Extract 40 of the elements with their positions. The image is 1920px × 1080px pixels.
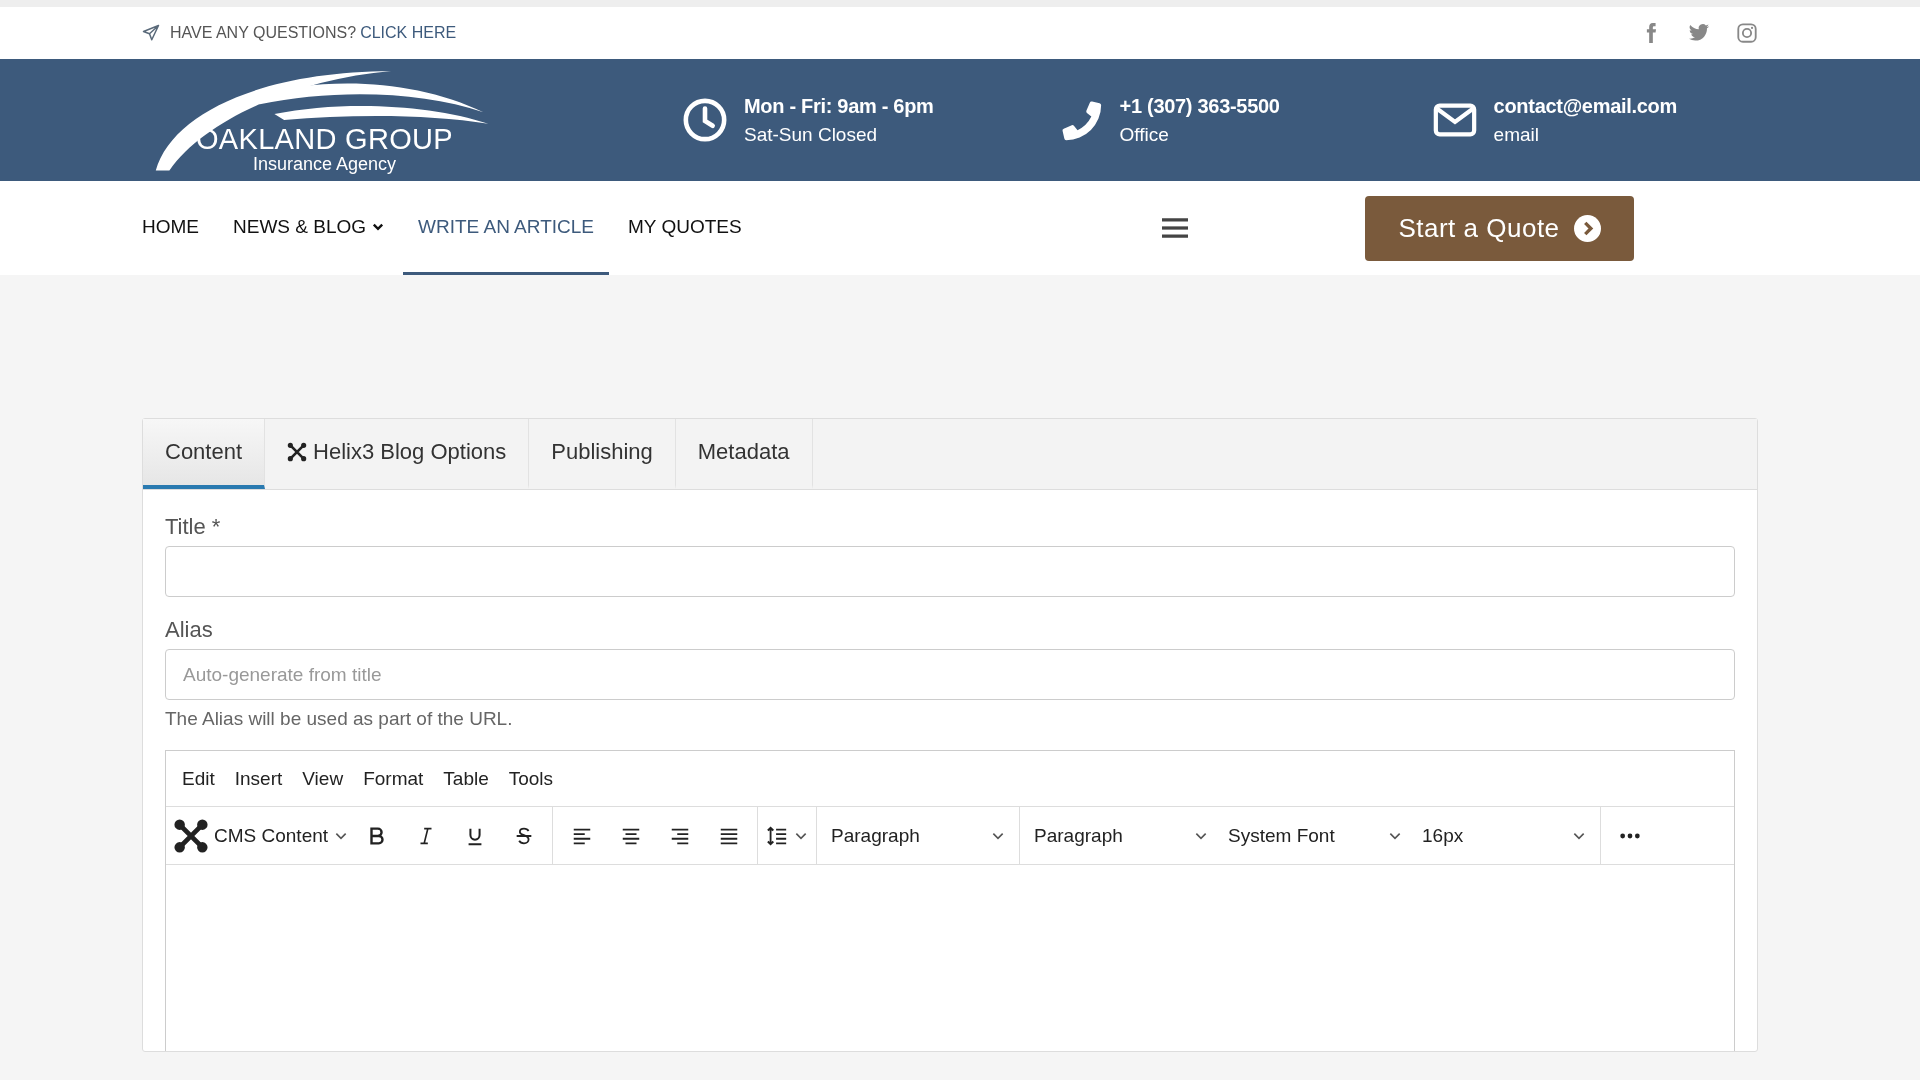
menu-item[interactable]: View: [294, 763, 352, 794]
menu-item[interactable]: Format: [355, 763, 432, 794]
send-icon: [142, 24, 160, 42]
format-dropdown[interactable]: 16px: [1414, 813, 1595, 858]
instagram-icon[interactable]: [1736, 22, 1758, 44]
question-text: HAVE ANY QUESTIONS?: [170, 24, 357, 42]
joomla-icon: [174, 818, 208, 853]
line-height-icon: [766, 824, 789, 847]
menu-item[interactable]: Edit: [174, 763, 223, 794]
contact-value: Mon - Fri: 9am - 6pm: [744, 94, 934, 118]
menu-item[interactable]: Insert: [226, 763, 291, 794]
nav-link[interactable]: HOME: [142, 181, 199, 275]
format-dropdown[interactable]: Paragraph: [1026, 813, 1217, 858]
logo-name: OAKLAND GROUP: [196, 124, 453, 154]
menu-item[interactable]: Tools: [500, 763, 562, 794]
nav-link[interactable]: WRITE AN ARTICLE: [403, 181, 609, 275]
contact-value: contact@email.com: [1493, 94, 1677, 118]
title-field[interactable]: [165, 546, 1735, 597]
tab[interactable]: Content: [143, 419, 266, 489]
field-label: Title *: [165, 514, 222, 540]
twitter-icon[interactable]: [1688, 22, 1710, 44]
contact-value: +1 (307) 363-5500: [1119, 94, 1280, 118]
help-text: The Alias will be used as part of the URL.: [165, 708, 514, 730]
format-dropdown[interactable]: System Font: [1220, 813, 1411, 858]
cms-content-dropdown[interactable]: CMS Content: [172, 813, 351, 858]
contact-label: Office: [1119, 123, 1170, 146]
contact-label: email: [1493, 123, 1540, 146]
clock-icon: [682, 97, 728, 143]
field-label: Alias: [165, 617, 214, 643]
click-here-link[interactable]: CLICK HERE: [360, 24, 457, 42]
alias-field[interactable]: Auto-generate from title: [165, 649, 1735, 700]
contact-label: Sat-Sun Closed: [744, 123, 879, 146]
menu-item[interactable]: Table: [435, 763, 497, 794]
nav-link[interactable]: NEWS & BLOG: [233, 181, 385, 275]
start-quote-button[interactable]: Start a Quote: [1365, 195, 1634, 261]
menu-icon[interactable]: [1161, 217, 1188, 239]
chevron-circle-icon: [1573, 214, 1601, 242]
logo-tagline: Insurance Agency: [252, 154, 396, 174]
nav-link[interactable]: MY QUOTES: [628, 181, 742, 275]
format-dropdown[interactable]: Paragraph: [823, 813, 1014, 858]
